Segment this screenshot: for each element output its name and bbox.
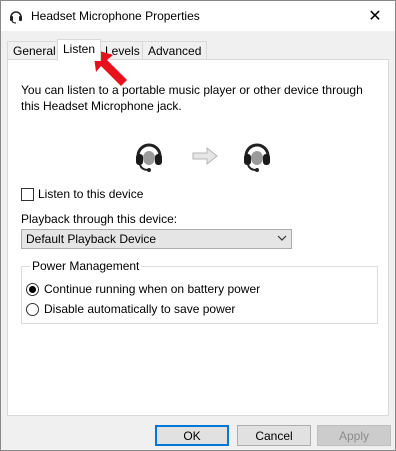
playback-device-select[interactable]: Default Playback Device [21, 229, 292, 249]
tab-advanced[interactable]: Advanced [142, 41, 208, 60]
listen-description: You can listen to a portable music playe… [21, 83, 363, 113]
headset-icon [136, 143, 162, 172]
apply-button[interactable]: Apply [317, 425, 391, 446]
power-option-label: Continue running when on battery power [44, 282, 261, 296]
ok-button[interactable]: OK [155, 425, 229, 446]
playback-device-value: Default Playback Device [26, 232, 157, 246]
properties-dialog: Headset Microphone Properties ✕ General … [0, 0, 396, 451]
cancel-button[interactable]: Cancel [237, 425, 311, 446]
playback-label: Playback through this device: [21, 212, 178, 226]
radio-selected-dot [29, 285, 36, 293]
power-option-label: Disable automatically to save power [44, 302, 236, 316]
listen-checkbox[interactable] [21, 187, 34, 201]
headset-microphone-icon [10, 11, 22, 24]
power-option-continue[interactable]: Continue running when on battery power [26, 281, 260, 297]
close-button[interactable]: ✕ [355, 1, 395, 31]
tab-listen[interactable]: Listen [57, 39, 102, 61]
device-flow-illustration [133, 138, 273, 174]
listen-panel: You can listen to a portable music playe… [7, 59, 389, 416]
title-bar: Headset Microphone Properties ✕ [1, 1, 395, 31]
listen-checkbox-label: Listen to this device [38, 187, 144, 201]
arrow-right-icon [192, 146, 218, 166]
close-icon: ✕ [368, 8, 382, 25]
power-option-disable[interactable]: Disable automatically to save power [26, 301, 235, 317]
listen-checkbox-row[interactable]: Listen to this device [21, 186, 143, 202]
power-management-legend: Power Management [30, 259, 142, 273]
tab-general[interactable]: General [7, 41, 62, 60]
power-management-group: Power Management Continue running when o… [21, 259, 378, 324]
chevron-down-icon [277, 235, 287, 241]
radio-continue[interactable] [26, 282, 39, 296]
radio-disable[interactable] [26, 302, 39, 316]
window-title: Headset Microphone Properties [31, 9, 200, 23]
headset-icon [244, 143, 270, 172]
